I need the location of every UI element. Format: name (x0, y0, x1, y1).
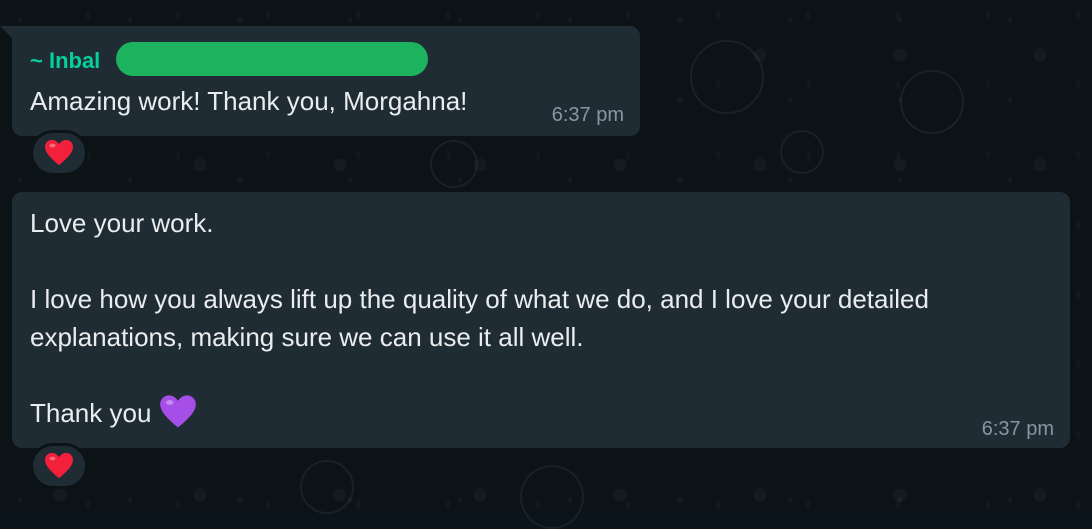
message-timestamp: 6:37 pm (551, 104, 624, 126)
message-line: I love how you always lift up the qualit… (30, 284, 929, 314)
wallpaper-doodle (690, 40, 764, 114)
message-line: explanations, making sure we can use it … (30, 322, 584, 352)
message-bubble[interactable]: ~ Inbal Amazing work! Thank you, Morgahn… (12, 26, 640, 136)
red-heart-icon (45, 452, 73, 479)
message-timestamp: 6:37 pm (981, 418, 1054, 440)
wallpaper-doodle (520, 465, 584, 529)
wallpaper-doodle (300, 460, 354, 514)
message-line: Thank you (30, 398, 152, 428)
wallpaper-doodle (780, 130, 824, 174)
sender-name[interactable]: ~ Inbal (30, 48, 100, 74)
wallpaper-doodle (900, 70, 964, 134)
message-line: Love your work. (30, 208, 214, 238)
message-text: Amazing work! Thank you, Morgahna! (30, 86, 468, 116)
wallpaper-doodle (430, 140, 478, 188)
reaction-badge[interactable] (30, 443, 88, 489)
message-line-with-emoji: Thank you (30, 394, 197, 432)
red-heart-icon (45, 139, 73, 166)
message-bubble[interactable]: Love your work. I love how you always li… (12, 192, 1070, 448)
redaction-mark (116, 42, 428, 76)
purple-heart-icon (160, 395, 197, 428)
reaction-badge[interactable] (30, 130, 88, 176)
